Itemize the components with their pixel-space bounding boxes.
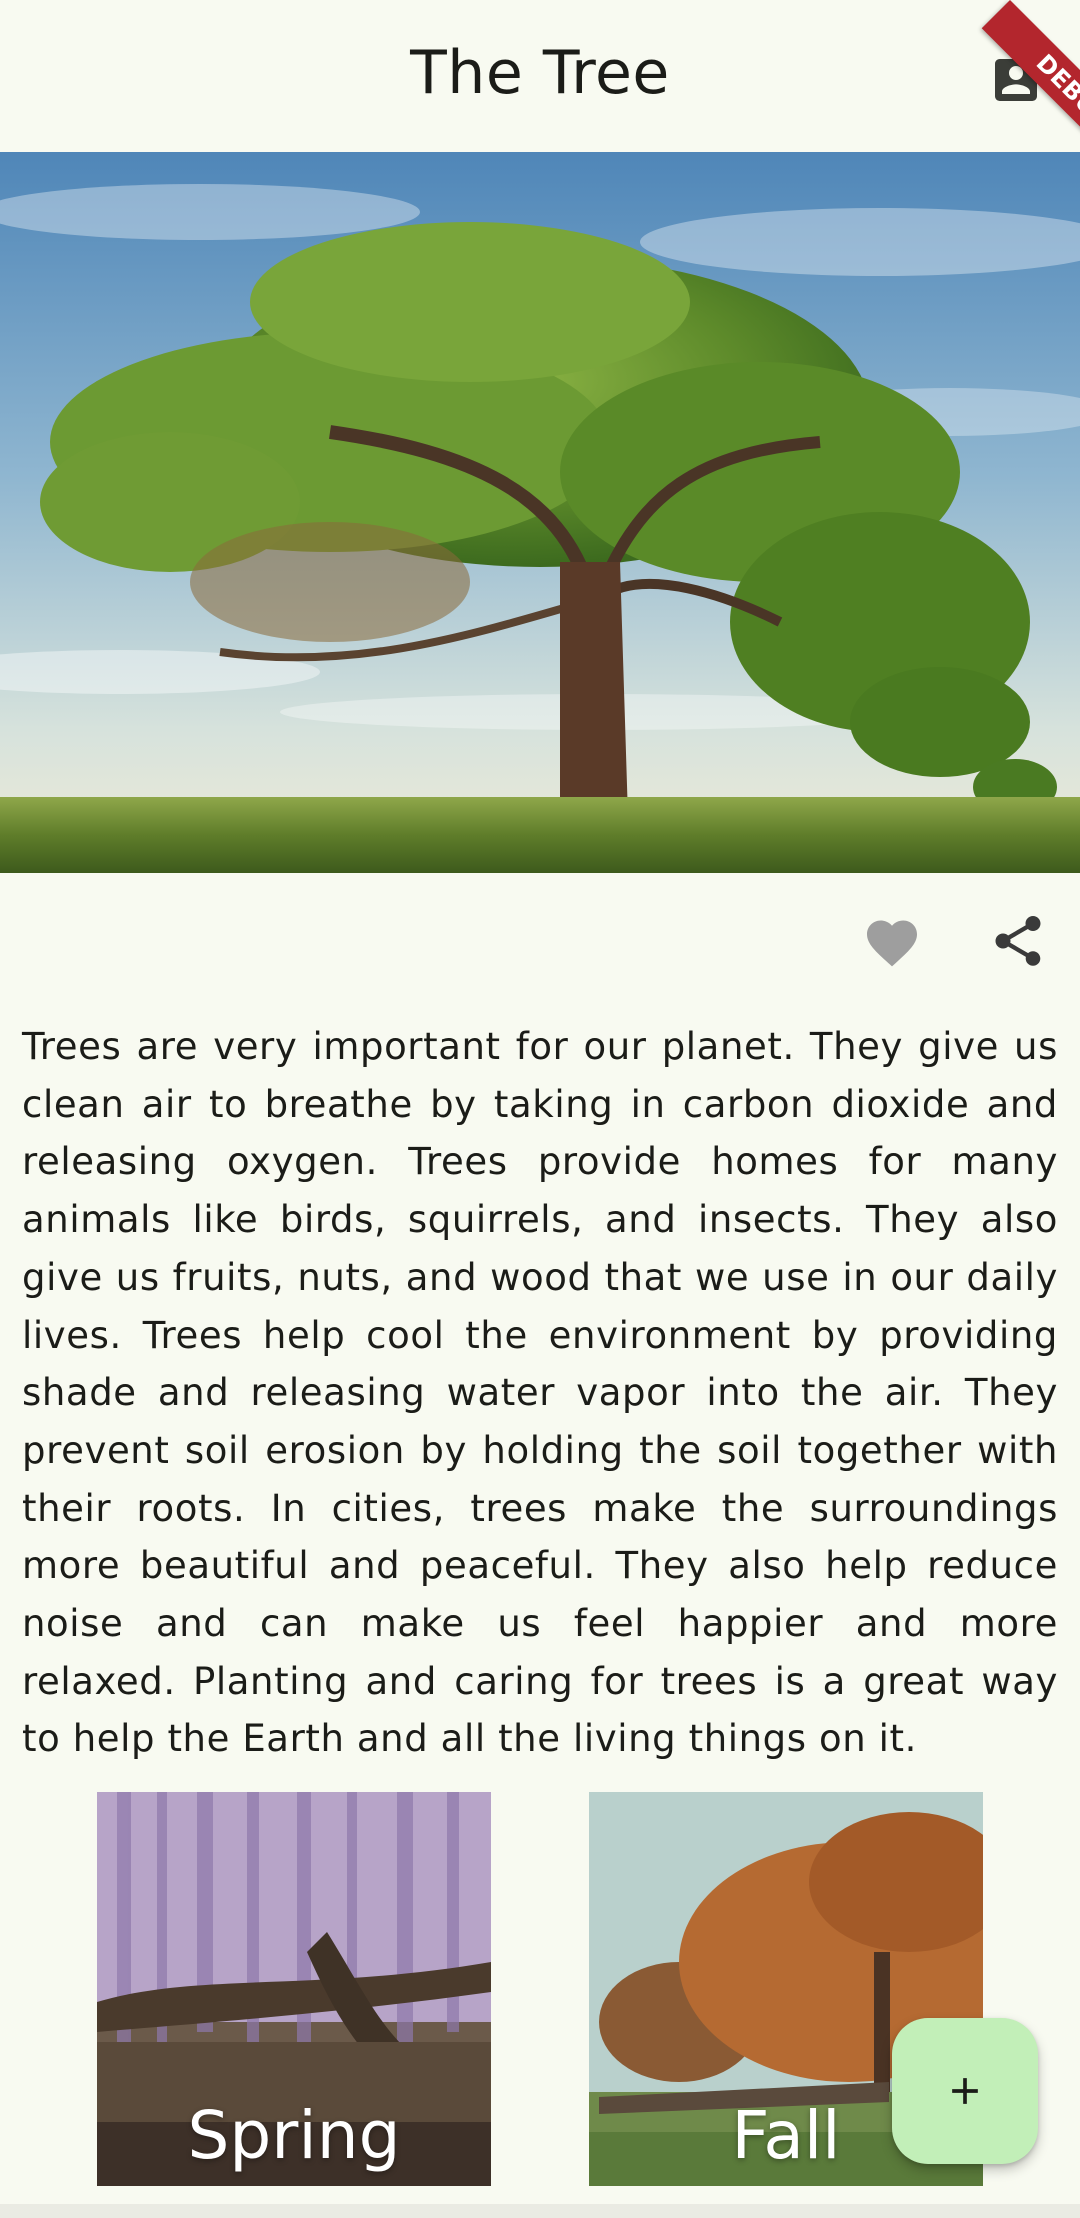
tree-landscape-image	[0, 152, 1080, 873]
share-icon	[995, 916, 1041, 966]
season-card-spring[interactable]: Spring	[97, 1792, 491, 2186]
favorite-button[interactable]	[862, 913, 922, 973]
plus-icon	[952, 2078, 978, 2104]
heart-icon	[867, 920, 917, 967]
bottom-edge	[0, 2204, 1080, 2218]
season-label: Spring	[187, 2097, 401, 2174]
share-button[interactable]	[988, 911, 1048, 971]
add-fab[interactable]	[892, 2018, 1038, 2164]
action-row	[0, 873, 1080, 1003]
article-text: Trees are very important for our planet.…	[22, 1025, 1058, 1761]
page-title: The Tree	[410, 38, 670, 108]
app-bar: The Tree	[0, 0, 1080, 152]
hero-image	[0, 152, 1080, 873]
